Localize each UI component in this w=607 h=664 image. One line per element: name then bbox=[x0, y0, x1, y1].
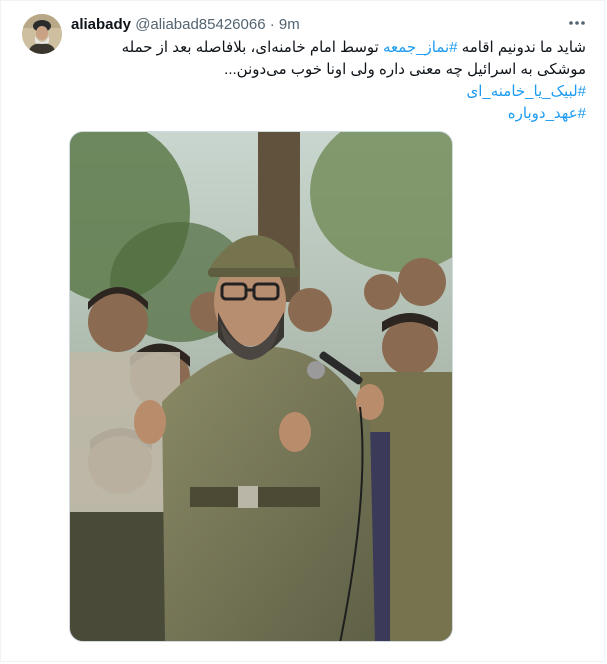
text-segment: شاید ما ندونیم اقامه bbox=[457, 39, 586, 56]
author-avatar[interactable] bbox=[22, 14, 62, 54]
author-name[interactable]: aliabady bbox=[71, 16, 131, 33]
hashtag-link[interactable]: #عهد_دوباره bbox=[508, 105, 586, 122]
tweet-text-line-1: شاید ما ندونیم اقامه #نماز_جمعه توسط اما… bbox=[71, 37, 586, 59]
more-horizontal-icon bbox=[569, 21, 585, 25]
tweet-header: aliabady @aliabad85426066 · 9m bbox=[71, 15, 300, 35]
text-segment: توسط امام خامنه‌ای، بلافاصله بعد از حمله bbox=[121, 39, 383, 56]
more-options-button[interactable] bbox=[567, 13, 587, 33]
author-handle[interactable]: @aliabad85426066 bbox=[135, 16, 265, 33]
header-separator: · bbox=[269, 16, 275, 33]
tweet-card[interactable]: aliabady @aliabad85426066 · 9m شاید ما ن… bbox=[0, 0, 605, 662]
hashtag-link[interactable]: #لبیک_یا_خامنه_ای bbox=[466, 83, 586, 100]
tweet-text: شاید ما ندونیم اقامه #نماز_جمعه توسط اما… bbox=[71, 37, 586, 125]
hashtag-link[interactable]: #نماز_جمعه bbox=[383, 39, 458, 56]
tweet-text-line-2: موشکی به اسرائیل چه معنی داره ولی اونا خ… bbox=[224, 61, 586, 78]
tweet-time[interactable]: 9m bbox=[279, 16, 300, 33]
tweet-photo[interactable] bbox=[69, 131, 453, 642]
